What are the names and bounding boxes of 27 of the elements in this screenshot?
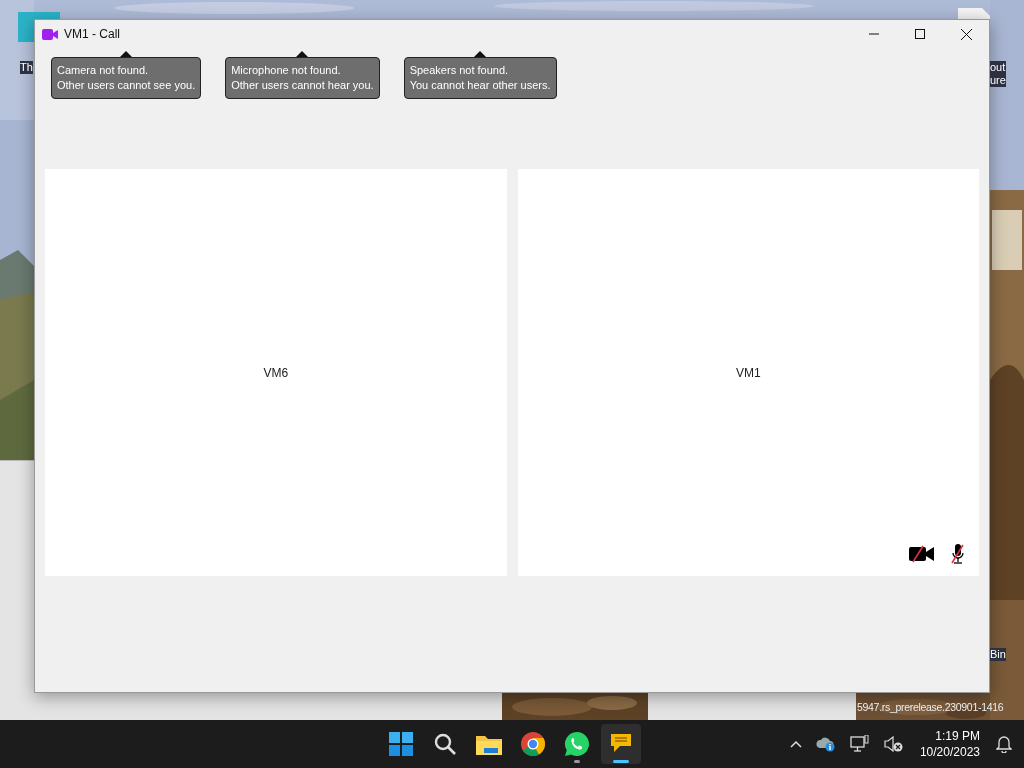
tooltip-text: You cannot hear other users. <box>409 78 551 93</box>
tooltip-title: Microphone not found. <box>231 63 342 78</box>
video-camera-icon <box>42 28 58 40</box>
search-icon <box>433 732 457 756</box>
date-text: 10/20/2023 <box>919 744 980 760</box>
network-icon[interactable] <box>847 733 872 755</box>
tooltip-pointer-icon <box>120 51 133 57</box>
chat-bubble-phone-icon <box>564 731 590 757</box>
folder-icon <box>476 733 502 755</box>
taskbar-app-button[interactable] <box>601 724 641 764</box>
tooltip-text: Other users cannot see you. <box>57 78 196 93</box>
tooltip-pointer-icon <box>296 51 309 57</box>
maximize-icon <box>915 29 925 39</box>
tooltip-title: Speakers not found. <box>409 63 510 78</box>
windows-logo-icon <box>389 732 413 756</box>
participant-name: VM1 <box>735 365 761 380</box>
participant-name: VM6 <box>263 365 289 380</box>
tooltip-pointer-icon <box>474 51 487 57</box>
browser-icon <box>520 731 546 757</box>
notification-bell-icon[interactable] <box>994 733 1014 755</box>
close-icon <box>960 28 972 40</box>
window-title: VM1 - Call <box>64 27 121 41</box>
tooltip-text: Other users cannot hear you. <box>231 78 374 93</box>
watermark-text: 5947.rs_prerelease.230901-1416 <box>857 701 1004 713</box>
time-text: 1:19 PM <box>935 728 980 744</box>
clock[interactable]: 1:19 PM 10/20/2023 <box>915 728 984 760</box>
tooltip-title: Camera not found. <box>57 63 150 78</box>
